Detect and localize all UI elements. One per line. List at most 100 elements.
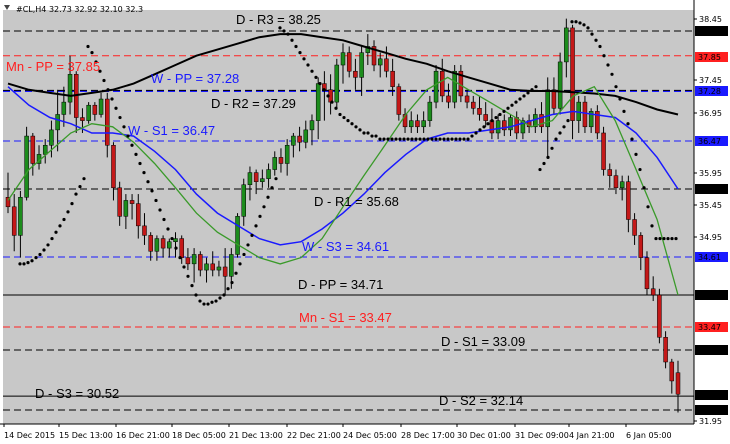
psar-dot [86, 44, 90, 49]
candle-body [384, 58, 389, 72]
candle-body [638, 235, 644, 258]
psar-dot [666, 236, 670, 241]
psar-dot [50, 236, 54, 241]
psar-dot [70, 202, 74, 206]
psar-dot [618, 97, 622, 101]
price-chart[interactable]: #CL,H4 32.73 32.92 32.10 32.3 D - R3 = 38… [0, 0, 730, 444]
psar-dot [674, 236, 678, 241]
psar-dot [658, 236, 662, 241]
price-tick-8: 35.68 [698, 185, 721, 194]
candle-body [198, 254, 203, 271]
psar-dot [110, 97, 114, 101]
candle-body [241, 184, 246, 217]
candle-body [191, 254, 197, 265]
psar-dot [38, 252, 42, 257]
candle-body [222, 266, 228, 277]
psar-dot [114, 106, 118, 110]
psar-dot [442, 137, 446, 141]
candle-body [297, 135, 302, 143]
psar-dot [246, 243, 250, 247]
price-tick-1: 38.25 [698, 27, 721, 36]
psar-dot [174, 246, 178, 250]
pivot-label-7: D - PP = 34.71 [298, 277, 383, 292]
candle-body [179, 238, 184, 258]
psar-dot [286, 32, 290, 36]
psar-dot [546, 155, 550, 160]
candle-body [92, 104, 98, 115]
psar-dot [490, 119, 494, 123]
psar-dot [478, 128, 482, 132]
candle-body [644, 257, 650, 290]
psar-dot [654, 236, 658, 241]
psar-dot [530, 88, 534, 92]
psar-dot [34, 256, 38, 260]
psar-dot [374, 134, 378, 138]
candle-body [185, 257, 191, 265]
candle-body [67, 74, 73, 103]
psar-dot [250, 233, 254, 237]
pivot-label-11: D - S2 = 32.14 [439, 393, 523, 408]
psar-dot [334, 106, 338, 110]
candle-body [377, 58, 383, 66]
psar-dot [622, 109, 626, 113]
candle-body [291, 135, 296, 146]
psar-dot [522, 94, 526, 98]
psar-dot [466, 137, 470, 141]
psar-dot [210, 300, 214, 304]
psar-dot [26, 261, 30, 265]
candle-body [626, 181, 631, 220]
candle-body [247, 172, 253, 185]
psar-dot [446, 137, 450, 141]
candle-body [495, 120, 501, 134]
price-tick-11: 34.61 [698, 253, 721, 262]
psar-dot [366, 131, 370, 135]
psar-dot [586, 26, 590, 30]
candle-body [570, 27, 575, 121]
price-tick-10: 34.95 [699, 233, 722, 242]
psar-dot [510, 103, 514, 107]
psar-dot [22, 262, 26, 266]
psar-dot [82, 177, 86, 181]
psar-dot [430, 137, 434, 141]
candle-body [452, 70, 457, 103]
psar-dot [166, 227, 170, 231]
candle-body [619, 181, 625, 189]
psar-dot [190, 284, 194, 288]
psar-dot [146, 180, 150, 184]
psar-dot [122, 125, 126, 129]
candle-body [80, 117, 85, 121]
psar-dot [198, 299, 202, 303]
candle-body [582, 101, 588, 128]
price-tick-0: 38.45 [699, 15, 722, 24]
psar-dot [130, 143, 134, 147]
psar-dot [142, 170, 146, 175]
psar-dot [418, 137, 422, 141]
time-tick-8: 30 Dec 01:00 [457, 431, 511, 440]
candle-body [111, 145, 116, 189]
candle-body [253, 172, 259, 182]
candle-body [105, 98, 110, 146]
psar-dot [330, 100, 334, 104]
pivot-label-8: Mn - S1 = 33.47 [299, 310, 392, 325]
candle-body [167, 241, 172, 249]
psar-dot [462, 137, 466, 141]
candle-body [154, 238, 160, 252]
candle-body [340, 52, 346, 66]
psar-dot [562, 125, 566, 129]
psar-dot [342, 115, 346, 120]
psar-dot [282, 29, 286, 33]
psar-dot [258, 214, 262, 218]
psar-dot [310, 69, 314, 73]
psar-dot [206, 302, 210, 306]
psar-dot [298, 51, 302, 55]
psar-dot [106, 88, 110, 92]
candle-body [117, 187, 122, 217]
time-tick-9: 31 Dec 09:00 [515, 431, 569, 440]
psar-dot [414, 137, 418, 141]
candle-body [235, 216, 240, 255]
pivot-label-1: Mn - PP = 37.85 [6, 59, 100, 74]
psar-dot [538, 167, 542, 172]
psar-dot [46, 243, 50, 247]
psar-dot [578, 21, 582, 25]
candle-body [415, 120, 420, 128]
